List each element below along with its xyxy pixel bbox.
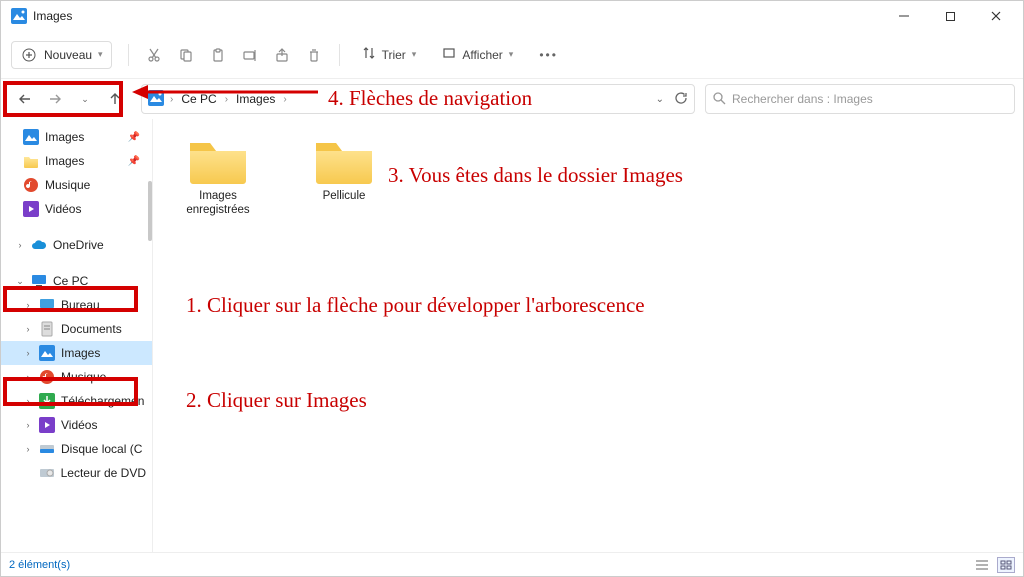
expand-icon[interactable]: › bbox=[23, 420, 33, 430]
sidebar-item-label: Images bbox=[45, 154, 84, 168]
folder-icon bbox=[312, 133, 376, 185]
search-input[interactable] bbox=[732, 92, 1008, 106]
share-icon[interactable] bbox=[273, 46, 291, 64]
sidebar-item-label: OneDrive bbox=[53, 238, 104, 252]
folder-icon bbox=[186, 133, 250, 185]
search-box[interactable] bbox=[705, 84, 1015, 114]
new-button[interactable]: Nouveau ▾ bbox=[11, 41, 112, 69]
chevron-down-icon: ▾ bbox=[412, 49, 417, 60]
annotation-text-3: 3. Vous êtes dans le dossier Images bbox=[388, 163, 683, 188]
status-text: 2 élément(s) bbox=[9, 559, 70, 571]
annotation-box-nav bbox=[3, 81, 123, 117]
sidebar-item-label: Documents bbox=[61, 322, 122, 336]
view-button[interactable]: Afficher ▾ bbox=[436, 42, 519, 67]
annotation-text-4: 4. Flèches de navigation bbox=[328, 86, 532, 111]
chevron-down-icon: ▾ bbox=[98, 49, 103, 60]
command-bar: Nouveau ▾ Trier ▾ Afficher ▾ ••• bbox=[1, 31, 1023, 79]
folder-label: Pellicule bbox=[323, 189, 366, 203]
sort-label: Trier bbox=[382, 48, 406, 62]
disk-icon bbox=[39, 441, 55, 457]
copy-icon[interactable] bbox=[177, 46, 195, 64]
maximize-button[interactable] bbox=[927, 1, 973, 31]
expand-icon[interactable]: › bbox=[23, 324, 33, 334]
sidebar-item-label: Images bbox=[45, 130, 84, 144]
minimize-button[interactable] bbox=[881, 1, 927, 31]
refresh-icon[interactable] bbox=[674, 91, 688, 108]
sidebar-item-videos-pc[interactable]: › Vidéos bbox=[1, 413, 152, 437]
pictures-icon bbox=[23, 129, 39, 145]
sidebar-item-disk-c[interactable]: › Disque local (C bbox=[1, 437, 152, 461]
sidebar: Images 📌 Images 📌 Musique Vidéos › OneDr… bbox=[1, 119, 153, 552]
sidebar-item-label: Musique bbox=[45, 178, 90, 192]
search-icon bbox=[712, 91, 726, 108]
annotation-arrow bbox=[130, 80, 320, 104]
sidebar-item-documents[interactable]: › Documents bbox=[1, 317, 152, 341]
sidebar-item-label: Vidéos bbox=[61, 418, 97, 432]
chevron-down-icon[interactable]: ⌄ bbox=[656, 94, 664, 105]
view-icon bbox=[442, 46, 456, 63]
folder-item[interactable]: Pellicule bbox=[299, 133, 389, 218]
sidebar-item-label: Lecteur de DVD bbox=[61, 466, 146, 480]
pin-icon: 📌 bbox=[128, 156, 140, 167]
documents-icon bbox=[39, 321, 55, 337]
sidebar-item-videos[interactable]: Vidéos bbox=[1, 197, 152, 221]
sidebar-item-label: Vidéos bbox=[45, 202, 81, 216]
folder-icon bbox=[23, 153, 39, 169]
pictures-icon bbox=[39, 345, 55, 361]
sidebar-item-onedrive[interactable]: › OneDrive bbox=[1, 233, 152, 257]
expand-icon[interactable]: › bbox=[15, 240, 25, 250]
dvd-icon bbox=[39, 465, 55, 481]
sidebar-item-dvd[interactable]: Lecteur de DVD bbox=[1, 461, 152, 485]
music-icon bbox=[23, 177, 39, 193]
collapse-icon[interactable]: ⌄ bbox=[15, 276, 25, 287]
annotation-box-thispc bbox=[3, 286, 138, 312]
annotation-box-images bbox=[3, 377, 138, 406]
annotation-text-2: 2. Cliquer sur Images bbox=[186, 388, 367, 413]
sidebar-item-images[interactable]: › Images bbox=[1, 341, 152, 365]
new-button-label: Nouveau bbox=[44, 48, 92, 62]
delete-icon[interactable] bbox=[305, 46, 323, 64]
sidebar-item-music[interactable]: Musique bbox=[1, 173, 152, 197]
view-label: Afficher bbox=[462, 48, 502, 62]
titlebar: Images bbox=[1, 1, 1023, 31]
sort-icon bbox=[362, 46, 376, 63]
close-button[interactable] bbox=[973, 1, 1019, 31]
more-button[interactable]: ••• bbox=[533, 44, 564, 66]
videos-icon bbox=[39, 417, 55, 433]
sidebar-item-images-folder[interactable]: Images 📌 bbox=[1, 149, 152, 173]
sidebar-item-images-pinned[interactable]: Images 📌 bbox=[1, 125, 152, 149]
rename-icon[interactable] bbox=[241, 46, 259, 64]
window-title: Images bbox=[33, 9, 72, 23]
status-bar: 2 élément(s) bbox=[1, 552, 1023, 576]
expand-icon[interactable]: › bbox=[23, 444, 33, 454]
plus-icon bbox=[20, 46, 38, 64]
folder-label: Images enregistrées bbox=[173, 189, 263, 218]
cut-icon[interactable] bbox=[145, 46, 163, 64]
chevron-down-icon: ▾ bbox=[509, 49, 514, 60]
annotation-text-1: 1. Cliquer sur la flèche pour développer… bbox=[186, 293, 645, 318]
details-view-button[interactable] bbox=[973, 557, 991, 573]
folder-item[interactable]: Images enregistrées bbox=[173, 133, 263, 218]
sidebar-item-label: Disque local (C bbox=[61, 442, 142, 456]
expand-icon[interactable]: › bbox=[23, 348, 33, 358]
pin-icon: 📌 bbox=[128, 132, 140, 143]
sort-button[interactable]: Trier ▾ bbox=[356, 42, 423, 67]
onedrive-icon bbox=[31, 237, 47, 253]
paste-icon[interactable] bbox=[209, 46, 227, 64]
videos-icon bbox=[23, 201, 39, 217]
app-icon bbox=[11, 8, 27, 24]
sidebar-item-label: Images bbox=[61, 346, 100, 360]
icons-view-button[interactable] bbox=[997, 557, 1015, 573]
